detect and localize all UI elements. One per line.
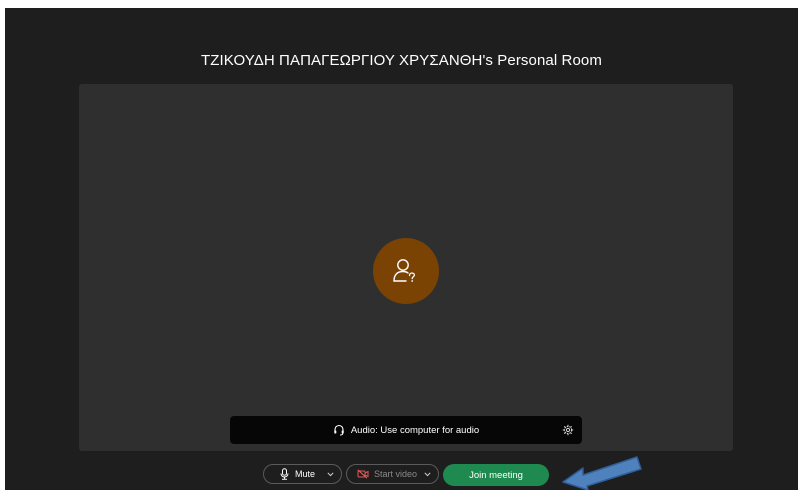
unknown-user-icon xyxy=(393,259,416,282)
room-title: ΤΖΙΚΟΥΔΗ ΠΑΠΑΓΕΩΡΓΙΟΥ ΧΡΥΣΑΝΘΗ's Persona… xyxy=(201,52,602,69)
meeting-window: ΤΖΙΚΟΥΔΗ ΠΑΠΑΓΕΩΡΓΙΟΥ ΧΡΥΣΑΝΘΗ's Persona… xyxy=(5,8,798,490)
start-video-button[interactable]: Start video xyxy=(346,464,439,484)
avatar xyxy=(373,238,439,304)
audio-connection-bar[interactable]: Audio: Use computer for audio xyxy=(230,416,582,444)
video-preview: Audio: Use computer for audio xyxy=(79,84,733,451)
gear-icon[interactable] xyxy=(561,423,575,437)
meeting-controls: Mute Start video Join meeting xyxy=(5,464,798,486)
audio-label: Audio: Use computer for audio xyxy=(350,424,480,436)
chevron-down-icon[interactable] xyxy=(424,471,431,477)
join-meeting-button[interactable]: Join meeting xyxy=(443,464,549,486)
headset-icon xyxy=(333,424,345,436)
start-video-label: Start video xyxy=(374,469,418,479)
arrow-annotation xyxy=(562,456,642,490)
chevron-down-icon[interactable] xyxy=(327,471,334,477)
microphone-icon xyxy=(280,468,289,480)
mute-button[interactable]: Mute xyxy=(263,464,342,484)
video-off-icon xyxy=(357,469,369,479)
mute-label: Mute xyxy=(295,469,316,479)
